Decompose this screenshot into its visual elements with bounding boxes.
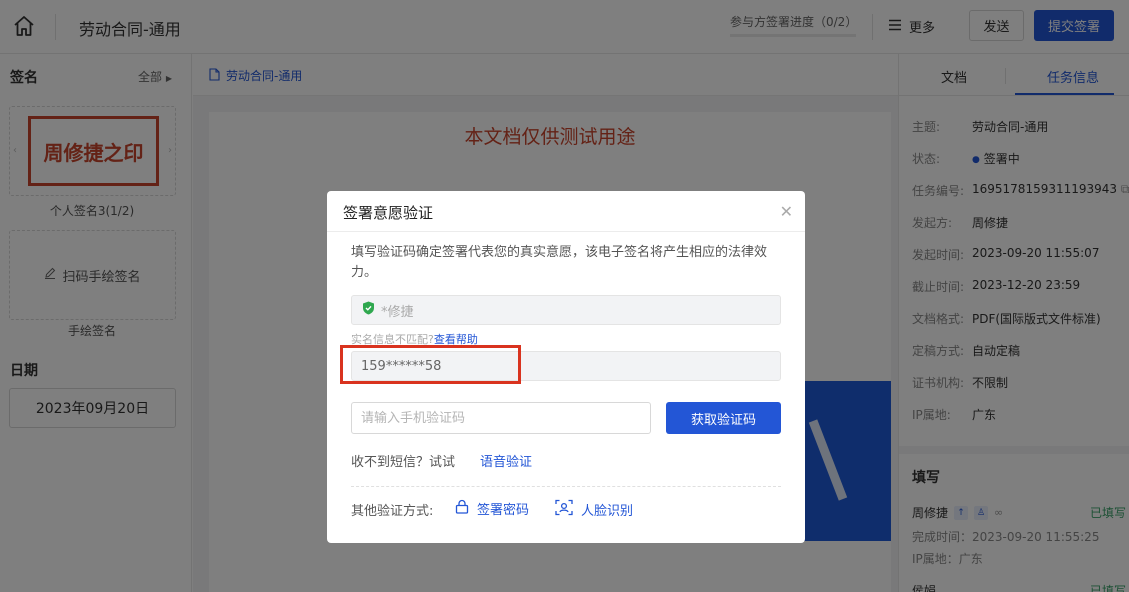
- face-scan-icon: [555, 499, 573, 520]
- sign-password-label: 签署密码: [477, 503, 530, 518]
- dialog-description: 填写验证码确定签署代表您的真实意愿，该电子签名将产生相应的法律效力。: [351, 245, 768, 280]
- shield-check-icon: [362, 301, 375, 319]
- name-field: *修捷: [351, 295, 781, 325]
- divider: [351, 486, 781, 487]
- phone-highlight-box: [340, 345, 521, 384]
- name-value: *修捷: [381, 304, 414, 320]
- face-recognition-link[interactable]: 人脸识别: [555, 499, 633, 520]
- lock-icon: [455, 499, 469, 518]
- dialog-title: 签署意愿验证: [343, 204, 434, 222]
- divider: [327, 231, 805, 232]
- sign-password-link[interactable]: 签署密码: [455, 499, 529, 518]
- no-sms-text: 收不到短信？试试: [351, 455, 456, 470]
- sms-code-input[interactable]: [351, 402, 651, 434]
- voice-verification-link[interactable]: 语音验证: [480, 451, 532, 470]
- close-icon[interactable]: ✕: [780, 202, 793, 221]
- get-code-button[interactable]: 获取验证码: [666, 402, 781, 434]
- face-recognition-label: 人脸识别: [581, 504, 634, 519]
- other-methods-label: 其他验证方式:: [351, 504, 434, 519]
